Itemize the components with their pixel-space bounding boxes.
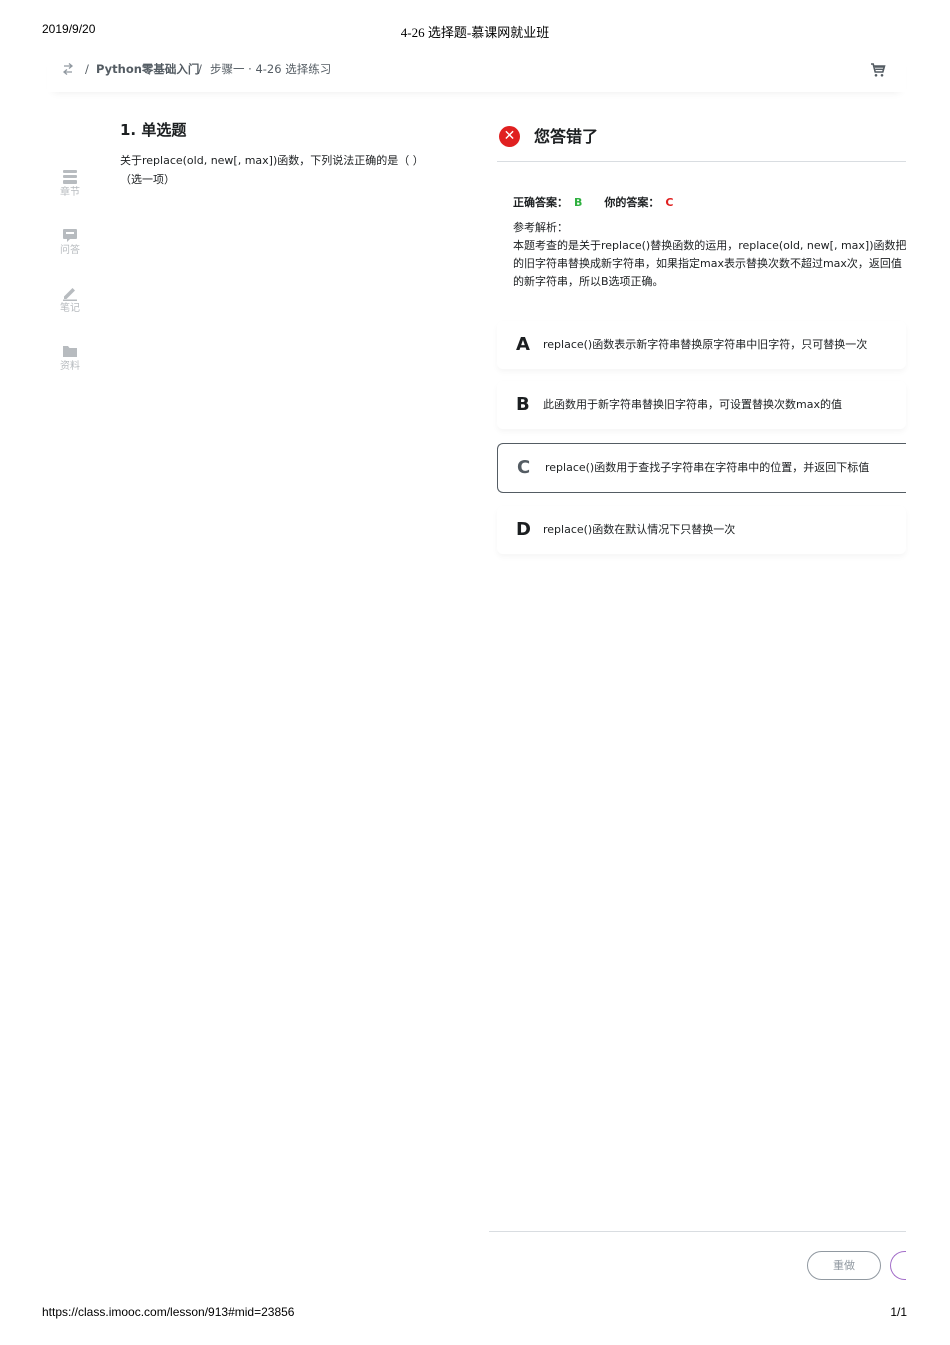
redo-button[interactable]: 重做 — [807, 1251, 881, 1280]
analysis-text-line: 本题考查的是关于replace()替换函数的运用，replace(old, ne… — [513, 239, 906, 252]
option-text: 此函数用于新字符串替换旧字符串，可设置替换次数max的值 — [543, 398, 842, 411]
sidenav-item-materials[interactable]: 资料 — [50, 342, 90, 373]
question-text: 关于replace(old, new[, max])函数，下列说法正确的是（ ）… — [120, 151, 430, 189]
question-text-line: （选一项） — [120, 173, 175, 186]
analysis-text-line: 的新字符串，所以B选项正确。 — [513, 275, 664, 288]
option-letter: D — [516, 519, 531, 540]
option-text: replace()函数用于查找子字符串在字符串中的位置，并返回下标值 — [545, 461, 870, 474]
question-text-line: 关于replace(old, new[, max])函数，下列说法正确的是（ ） — [120, 154, 424, 167]
option-letter: B — [516, 394, 530, 415]
print-header: 2019/9/20 4-26 选择题-慕课网就业班 — [0, 22, 950, 40]
sidenav-label: 问答 — [60, 245, 80, 256]
note-pencil-icon — [61, 284, 79, 302]
error-x-icon: ✕ — [499, 126, 520, 147]
option-b[interactable]: B 此函数用于新字符串替换旧字符串，可设置替换次数max的值 — [497, 381, 906, 429]
correct-answer-label: 正确答案： — [513, 196, 568, 209]
option-c-selected[interactable]: C replace()函数用于查找子字符串在字符串中的位置，并返回下标值 — [497, 443, 906, 493]
print-title: 4-26 选择题-慕课网就业班 — [400, 25, 550, 40]
switch-arrows-icon[interactable] — [61, 62, 75, 76]
your-answer-value: C — [665, 196, 674, 209]
option-text: replace()函数在默认情况下只替换一次 — [543, 523, 736, 536]
top-bar: / Python零基础入门 / 步骤一 · 4-26 选择练习 — [47, 52, 906, 92]
option-letter: A — [516, 334, 530, 355]
question-title: 1. 单选题 — [120, 121, 187, 139]
answer-summary: 正确答案： B 你的答案： C — [513, 196, 673, 210]
chapter-icon — [61, 168, 79, 186]
folder-icon — [61, 342, 79, 360]
option-letter: C — [517, 457, 531, 478]
breadcrumb-separator: / — [198, 62, 202, 76]
sidenav-label: 资料 — [60, 361, 80, 372]
cart-icon[interactable] — [870, 62, 886, 78]
analysis-text-line: 的旧字符串替换成新字符串，如果指定max表示替换次数不超过max次，返回值 — [513, 257, 902, 270]
breadcrumb-current: 步骤一 · 4-26 选择练习 — [210, 62, 332, 76]
print-page-count: 1/1 — [890, 1305, 907, 1319]
sidenav-item-notes[interactable]: 笔记 — [50, 284, 90, 315]
option-a[interactable]: A replace()函数表示新字符串替换原字符串中旧字符，只可替换一次 — [497, 321, 906, 369]
breadcrumb-separator: / — [85, 62, 89, 76]
result-header: ✕ 您答错了 — [497, 124, 906, 162]
your-answer-label: 你的答案： — [604, 196, 660, 209]
answer-analysis: 参考解析： 本题考查的是关于replace()替换函数的运用，replace(o… — [513, 219, 906, 291]
result-title: 您答错了 — [534, 127, 599, 146]
breadcrumb-course[interactable]: Python零基础入门 — [96, 62, 199, 76]
qa-icon — [61, 226, 79, 244]
analysis-label: 参考解析： — [513, 221, 568, 234]
divider — [489, 1231, 906, 1232]
option-d[interactable]: D replace()函数在默认情况下只替换一次 — [497, 506, 906, 554]
sidenav-label: 章节 — [60, 187, 80, 198]
option-text: replace()函数表示新字符串替换原字符串中旧字符，只可替换一次 — [543, 338, 868, 351]
print-footer: https://class.imooc.com/lesson/913#mid=2… — [0, 1305, 950, 1323]
sidenav-label: 笔记 — [60, 303, 80, 314]
sidenav-item-qa[interactable]: 问答 — [50, 226, 90, 257]
print-url: https://class.imooc.com/lesson/913#mid=2… — [42, 1305, 295, 1319]
sidenav-item-chapter[interactable]: 章节 — [50, 168, 90, 199]
next-button[interactable] — [890, 1251, 906, 1280]
correct-answer-value: B — [574, 196, 583, 209]
